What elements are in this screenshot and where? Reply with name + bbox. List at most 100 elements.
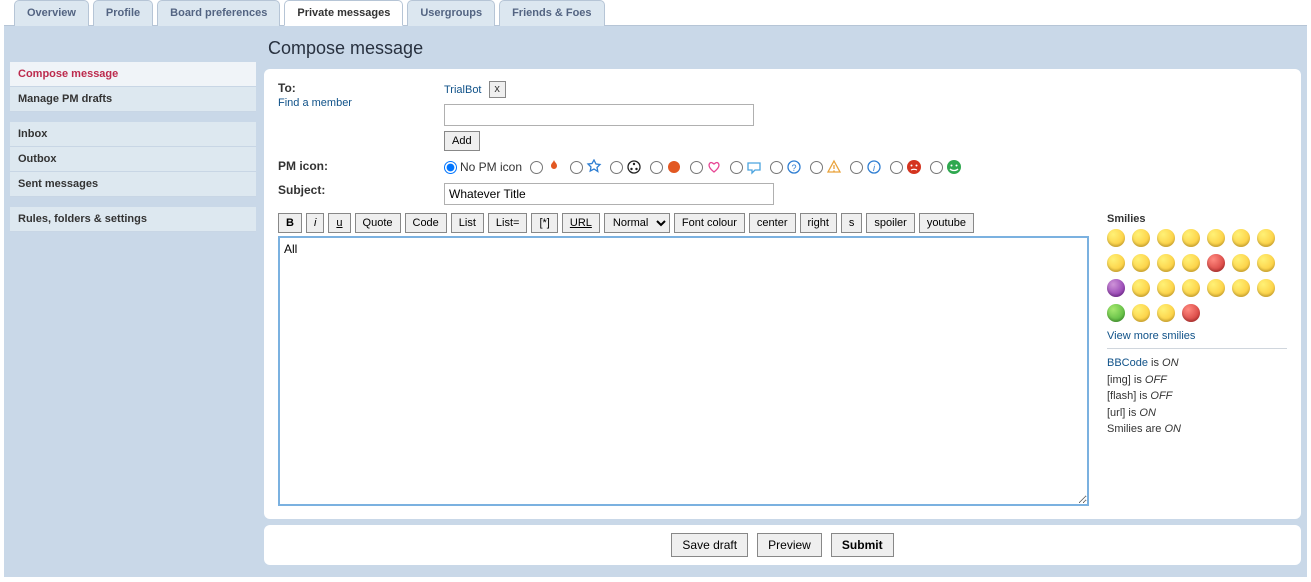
preview-button[interactable]: Preview bbox=[757, 533, 822, 557]
tb-bold[interactable]: B bbox=[278, 213, 302, 233]
pm-icon-radio-1[interactable] bbox=[570, 161, 583, 174]
smiley-9[interactable] bbox=[1157, 254, 1175, 272]
pm-icon-glyph-6: ? bbox=[786, 159, 802, 175]
pm-icon-radio-9[interactable] bbox=[890, 161, 903, 174]
pm-icon-option-1[interactable] bbox=[570, 159, 602, 175]
tb-font-size[interactable]: Normal bbox=[604, 213, 670, 233]
pm-icon-option-2[interactable] bbox=[610, 159, 642, 175]
smiley-23[interactable] bbox=[1157, 304, 1175, 322]
pm-icon-label: PM icon: bbox=[278, 159, 328, 173]
tb-quote[interactable]: Quote bbox=[355, 213, 401, 233]
smiley-16[interactable] bbox=[1157, 279, 1175, 297]
smiley-10[interactable] bbox=[1182, 254, 1200, 272]
smiley-19[interactable] bbox=[1232, 279, 1250, 297]
smiley-0[interactable] bbox=[1107, 229, 1125, 247]
pm-icon-radio-0[interactable] bbox=[530, 161, 543, 174]
sidebar-item-compose[interactable]: Compose message bbox=[10, 62, 256, 87]
to-input[interactable] bbox=[444, 104, 754, 126]
pm-icon-radio-4[interactable] bbox=[690, 161, 703, 174]
pm-icon-option-0[interactable] bbox=[530, 159, 562, 175]
tab-profile[interactable]: Profile bbox=[93, 0, 153, 26]
pm-icon-option-3[interactable] bbox=[650, 159, 682, 175]
tab-board-preferences[interactable]: Board preferences bbox=[157, 0, 280, 26]
remove-recipient-button[interactable]: x bbox=[489, 81, 506, 98]
recipient-chip-name: TrialBot bbox=[444, 84, 482, 96]
smiley-7[interactable] bbox=[1107, 254, 1125, 272]
tb-center[interactable]: center bbox=[749, 213, 796, 233]
tb-code[interactable]: Code bbox=[405, 213, 447, 233]
sidebar-item-outbox[interactable]: Outbox bbox=[10, 147, 256, 172]
tb-font-colour[interactable]: Font colour bbox=[674, 213, 745, 233]
pm-icon-option-9[interactable] bbox=[890, 159, 922, 175]
pm-icon-option-5[interactable] bbox=[730, 159, 762, 175]
tb-list-eq[interactable]: List= bbox=[488, 213, 528, 233]
view-more-smilies-link[interactable]: View more smilies bbox=[1107, 330, 1195, 342]
subject-label: Subject: bbox=[278, 183, 325, 197]
pm-icon-glyph-5 bbox=[746, 159, 762, 175]
smiley-2[interactable] bbox=[1157, 229, 1175, 247]
tb-youtube[interactable]: youtube bbox=[919, 213, 974, 233]
tb-underline[interactable]: u bbox=[328, 213, 350, 233]
tb-spoiler[interactable]: spoiler bbox=[866, 213, 914, 233]
find-member-link[interactable]: Find a member bbox=[278, 97, 444, 109]
tab-friends-foes[interactable]: Friends & Foes bbox=[499, 0, 604, 26]
pm-icon-option-7[interactable] bbox=[810, 159, 842, 175]
pm-icon-none-radio[interactable] bbox=[444, 161, 457, 174]
pm-icon-option-10[interactable] bbox=[930, 159, 962, 175]
smiley-5[interactable] bbox=[1232, 229, 1250, 247]
svg-text:?: ? bbox=[792, 163, 797, 173]
smiley-4[interactable] bbox=[1207, 229, 1225, 247]
pm-icon-glyph-3 bbox=[666, 159, 682, 175]
pm-icon-radio-10[interactable] bbox=[930, 161, 943, 174]
editor-toolbar: B i u Quote Code List List= [*] URL Norm… bbox=[278, 213, 1089, 233]
smiley-22[interactable] bbox=[1132, 304, 1150, 322]
tab-overview[interactable]: Overview bbox=[14, 0, 89, 26]
pm-icon-none[interactable]: No PM icon bbox=[444, 160, 522, 174]
submit-button[interactable]: Submit bbox=[831, 533, 894, 557]
subject-input[interactable] bbox=[444, 183, 774, 205]
pm-icon-radio-8[interactable] bbox=[850, 161, 863, 174]
bbcode-status: BBCode is ON [img] is OFF [flash] is OFF… bbox=[1107, 348, 1287, 438]
smiley-8[interactable] bbox=[1132, 254, 1150, 272]
pm-icon-option-8[interactable]: i bbox=[850, 159, 882, 175]
smiley-11[interactable] bbox=[1207, 254, 1225, 272]
pm-icon-option-6[interactable]: ? bbox=[770, 159, 802, 175]
tb-url[interactable]: URL bbox=[562, 213, 600, 233]
smiley-21[interactable] bbox=[1107, 304, 1125, 322]
sidebar-item-drafts[interactable]: Manage PM drafts bbox=[10, 87, 256, 112]
smiley-24[interactable] bbox=[1182, 304, 1200, 322]
smiley-14[interactable] bbox=[1107, 279, 1125, 297]
pm-icon-radio-5[interactable] bbox=[730, 161, 743, 174]
tb-list-item[interactable]: [*] bbox=[531, 213, 557, 233]
smiley-13[interactable] bbox=[1257, 254, 1275, 272]
sidebar-item-inbox[interactable]: Inbox bbox=[10, 122, 256, 147]
smiley-12[interactable] bbox=[1232, 254, 1250, 272]
message-textarea[interactable] bbox=[278, 236, 1089, 506]
save-draft-button[interactable]: Save draft bbox=[671, 533, 748, 557]
smiley-15[interactable] bbox=[1132, 279, 1150, 297]
smiley-18[interactable] bbox=[1207, 279, 1225, 297]
pm-icon-glyph-9 bbox=[906, 159, 922, 175]
tab-private-messages[interactable]: Private messages bbox=[284, 0, 403, 26]
tb-strike[interactable]: s bbox=[841, 213, 863, 233]
pm-icon-radio-2[interactable] bbox=[610, 161, 623, 174]
smilies-heading: Smilies bbox=[1107, 213, 1287, 225]
smiley-17[interactable] bbox=[1182, 279, 1200, 297]
smiley-6[interactable] bbox=[1257, 229, 1275, 247]
sidebar-item-rules[interactable]: Rules, folders & settings bbox=[10, 207, 256, 232]
pm-icon-radio-6[interactable] bbox=[770, 161, 783, 174]
add-recipient-button[interactable]: Add bbox=[444, 131, 480, 151]
smiley-3[interactable] bbox=[1182, 229, 1200, 247]
tb-right[interactable]: right bbox=[800, 213, 837, 233]
tab-usergroups[interactable]: Usergroups bbox=[407, 0, 495, 26]
pm-icon-radio-7[interactable] bbox=[810, 161, 823, 174]
sidebar-item-sent[interactable]: Sent messages bbox=[10, 172, 256, 197]
smiley-20[interactable] bbox=[1257, 279, 1275, 297]
tb-italic[interactable]: i bbox=[306, 213, 324, 233]
smiley-1[interactable] bbox=[1132, 229, 1150, 247]
pm-icon-option-4[interactable] bbox=[690, 159, 722, 175]
bbcode-link[interactable]: BBCode bbox=[1107, 357, 1148, 369]
tb-list[interactable]: List bbox=[451, 213, 484, 233]
pm-icon-glyph-10 bbox=[946, 159, 962, 175]
pm-icon-radio-3[interactable] bbox=[650, 161, 663, 174]
